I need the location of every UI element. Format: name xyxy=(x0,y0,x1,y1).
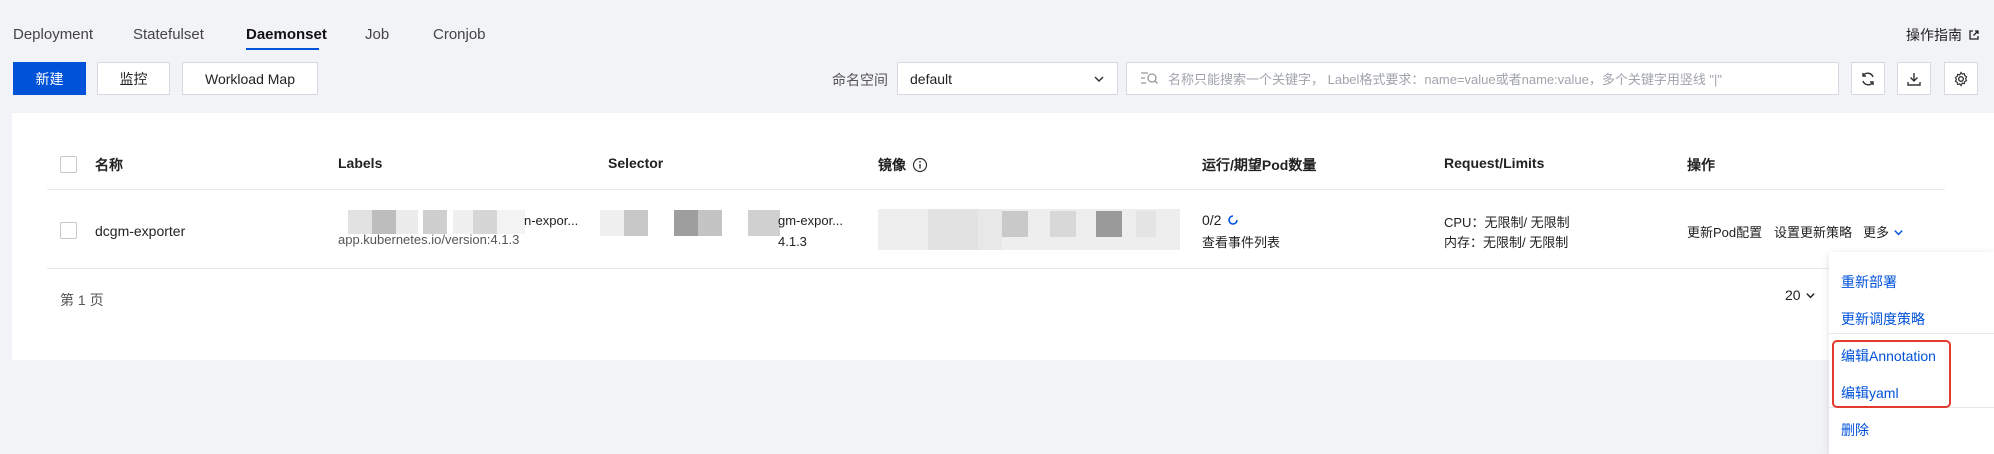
search-placeholder: 名称只能搜索一个关键字， Label格式要求：name=value或者name:… xyxy=(1168,72,1723,87)
guide-link-label: 操作指南 xyxy=(1906,27,1962,43)
row-divider xyxy=(47,268,1830,269)
page-size-value: 20 xyxy=(1785,287,1801,303)
highlight-annotation-box xyxy=(1832,340,1951,408)
view-events-link[interactable]: 查看事件列表 xyxy=(1202,232,1280,251)
tab-cronjob[interactable]: Cronjob xyxy=(433,26,486,43)
workload-tabs: Deployment Statefulset Daemonset Job Cro… xyxy=(0,0,1994,52)
download-icon xyxy=(1907,72,1921,86)
set-update-strategy-link[interactable]: 设置更新策略 xyxy=(1774,222,1852,241)
info-icon[interactable] xyxy=(912,157,928,173)
header-name: 名称 xyxy=(95,157,123,173)
header-image: 镜像 xyxy=(878,155,928,175)
more-actions-label: 更多 xyxy=(1863,225,1890,240)
header-labels: Labels xyxy=(338,155,383,171)
monitor-button[interactable]: 监控 xyxy=(97,62,170,95)
header-actions: 操作 xyxy=(1687,157,1715,173)
redacted-selector xyxy=(600,210,782,236)
menu-item-delete[interactable]: 删除 xyxy=(1841,420,1869,440)
row-pods-count: 0/2 xyxy=(1202,212,1222,228)
header-divider xyxy=(47,189,1945,190)
header-selector: Selector xyxy=(608,155,664,171)
namespace-value: default xyxy=(910,70,953,87)
row-memory-limits: 内存：无限制/ 无限制 xyxy=(1444,235,1569,250)
redacted-image xyxy=(878,209,1180,250)
row-selector-line2: 4.1.3 xyxy=(778,234,807,249)
update-pod-config-link[interactable]: 更新Pod配置 xyxy=(1687,222,1762,241)
row-labels-line2: app.kubernetes.io/version:4.1.3 xyxy=(338,232,520,247)
row-checkbox[interactable] xyxy=(60,222,77,239)
namespace-select[interactable]: default xyxy=(897,62,1118,95)
tab-statefulset[interactable]: Statefulset xyxy=(133,26,204,43)
chevron-down-icon xyxy=(1094,76,1104,83)
menu-item-update-scheduling[interactable]: 更新调度策略 xyxy=(1841,309,1925,329)
header-pods: 运行/期望Pod数量 xyxy=(1202,157,1317,173)
tab-deployment[interactable]: Deployment xyxy=(13,26,93,43)
row-cpu-limits: CPU：无限制/ 无限制 xyxy=(1444,215,1570,230)
page-size-select[interactable]: 20 xyxy=(1785,287,1816,303)
chevron-down-icon xyxy=(1893,230,1903,236)
workload-map-button[interactable]: Workload Map xyxy=(182,62,318,95)
tab-daemonset[interactable]: Daemonset xyxy=(246,26,327,43)
page-indicator: 第 1 页 xyxy=(60,292,104,308)
settings-button[interactable] xyxy=(1944,62,1978,95)
row-name-link[interactable]: dcgm-exporter xyxy=(95,223,185,239)
chevron-down-icon xyxy=(1805,292,1815,298)
namespace-label: 命名空间 xyxy=(832,72,888,88)
menu-divider xyxy=(1829,333,1994,334)
new-button[interactable]: 新建 xyxy=(13,62,86,95)
redacted-labels xyxy=(338,210,528,234)
row-labels-line1: n-expor... xyxy=(524,213,579,228)
refresh-icon xyxy=(1862,72,1874,85)
search-input[interactable]: 名称只能搜索一个关键字， Label格式要求：name=value或者name:… xyxy=(1126,62,1839,95)
guide-link[interactable]: 操作指南 xyxy=(1906,25,1980,45)
gear-icon xyxy=(1954,70,1968,87)
refresh-button[interactable] xyxy=(1851,62,1885,95)
tab-job[interactable]: Job xyxy=(365,26,389,43)
loading-spinner-icon xyxy=(1228,215,1239,225)
select-all-checkbox[interactable] xyxy=(60,156,77,173)
menu-item-redeploy[interactable]: 重新部署 xyxy=(1841,272,1897,292)
external-link-icon xyxy=(1969,30,1979,40)
filter-search-icon xyxy=(1141,71,1158,84)
header-request-limits: Request/Limits xyxy=(1444,155,1545,171)
download-button[interactable] xyxy=(1897,62,1931,95)
row-pods-count-wrap: 0/2 xyxy=(1202,212,1239,228)
more-actions-button[interactable]: 更多 xyxy=(1863,222,1904,241)
row-selector-line1: gm-expor... xyxy=(778,213,844,228)
active-tab-indicator xyxy=(246,48,319,50)
header-image-label: 镜像 xyxy=(878,157,906,173)
